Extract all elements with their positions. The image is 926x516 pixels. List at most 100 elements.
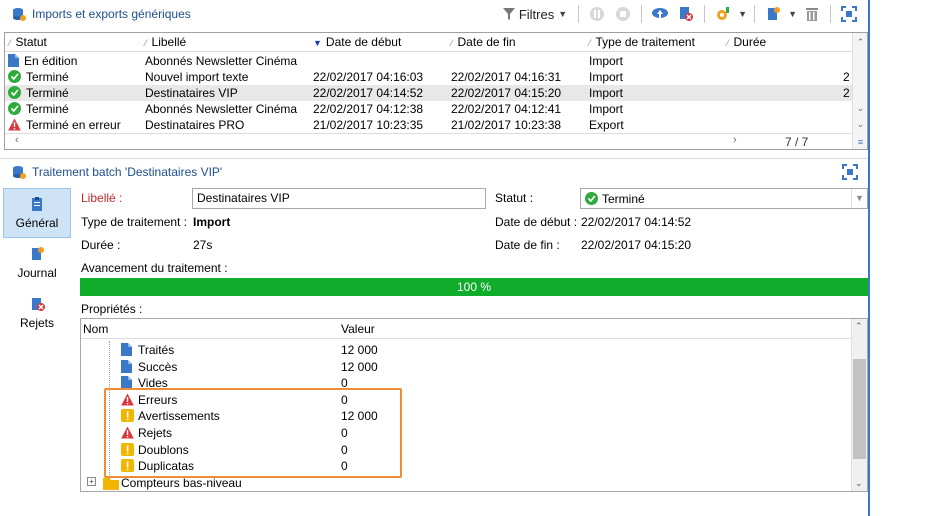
type-cell: Import (589, 70, 624, 84)
end-value: 22/02/2017 04:15:20 (581, 238, 692, 252)
panel-title: Imports et exports génériques (32, 7, 191, 21)
tree-row-value: 12 000 (341, 343, 378, 357)
grid-footer: ‹ › 7 / 7 (5, 133, 853, 149)
scroll-thumb[interactable] (853, 359, 866, 459)
filter-button[interactable]: Filtres ▼ (499, 7, 571, 22)
new-document-button[interactable] (762, 3, 784, 25)
highlight-box (104, 388, 402, 478)
new-document-icon (768, 7, 781, 20)
stop-button[interactable] (612, 3, 634, 25)
label-cell: Nouvel import texte (145, 70, 249, 84)
table-row[interactable]: Terminé en erreur Destinataires PRO 21/02/… (5, 117, 853, 133)
journal-icon (32, 247, 44, 260)
filter-label: Filtres (518, 6, 555, 22)
upload-cloud-button[interactable] (649, 3, 671, 25)
scroll-bottom-icon[interactable]: ⌄ (853, 117, 868, 131)
maximize-icon[interactable] (842, 164, 858, 180)
column-header-start-date[interactable]: ▼ Date de début (313, 35, 401, 49)
table-row[interactable]: En édition Abonnés Newsletter Cinéma Impor… (5, 53, 853, 69)
delete-button[interactable] (801, 3, 823, 25)
toolbar-separator (754, 5, 756, 23)
scroll-up-icon[interactable]: ⌃ (855, 321, 863, 332)
type-value: Import (193, 215, 231, 229)
sidebar-item-rejects[interactable]: Rejets (3, 288, 71, 338)
scroll-left-icon[interactable]: ‹ (15, 134, 19, 146)
sidebar-item-general[interactable]: Général (3, 188, 71, 238)
tree-column-name[interactable]: Nom (83, 322, 108, 336)
toolbar-separator (830, 5, 831, 23)
gear-icon (717, 7, 730, 20)
column-header-type[interactable]: ⁄ Type de traitement (589, 35, 695, 49)
tree-header: Nom Valeur (81, 319, 852, 339)
column-header-label[interactable]: ⁄ Libellé (145, 35, 186, 49)
start-cell: 22/02/2017 04:12:38 (313, 102, 424, 116)
expand-plus-icon[interactable]: + (87, 477, 96, 486)
menu-lines-icon[interactable]: ≡ (853, 135, 868, 149)
grid-vertical-scrollbar[interactable]: ⌃ ⌄ ⌄ ≡ (852, 33, 867, 149)
duration-cell: 2 (843, 70, 850, 84)
table-row[interactable]: Terminé Destinataires VIP 22/02/2017 04:14… (5, 85, 853, 101)
check-icon (8, 102, 21, 118)
duration-cell: 2 (843, 86, 850, 100)
tree-vertical-scrollbar[interactable]: ⌃ ⌄ (851, 319, 867, 491)
scroll-down-icon[interactable]: ⌄ (855, 478, 863, 489)
status-cell: Terminé (8, 70, 69, 86)
imports-grid: ⁄ Statut ⁄ Libellé ▼ Date de début ⁄ Date de… (4, 32, 868, 150)
tree-row[interactable]: Succès 12 000 (81, 359, 852, 375)
pause-button[interactable] (586, 3, 608, 25)
scroll-right-icon[interactable]: › (733, 134, 737, 146)
database-icon (13, 8, 26, 21)
tree-row-value: 12 000 (341, 359, 378, 374)
cloud-upload-icon (652, 8, 669, 20)
column-header-status[interactable]: ⁄ Statut (9, 35, 47, 49)
funnel-icon (502, 7, 515, 20)
sort-down-icon: ▼ (313, 38, 322, 48)
type-cell: Export (589, 118, 624, 132)
batch-title: Traitement batch 'Destinataires VIP' (32, 164, 223, 179)
table-row[interactable]: Terminé Abonnés Newsletter Cinéma 22/02/20… (5, 101, 853, 117)
maximize-button[interactable] (838, 3, 860, 25)
table-row[interactable]: Terminé Nouvel import texte 22/02/2017 04:… (5, 69, 853, 85)
start-cell: 21/02/2017 10:23:35 (313, 118, 424, 132)
trash-icon (806, 8, 818, 21)
progress-caption: Avancement du traitement : (81, 261, 228, 275)
grid-header: ⁄ Statut ⁄ Libellé ▼ Date de début ⁄ Date de… (5, 33, 853, 52)
delete-import-button[interactable] (675, 3, 697, 25)
status-cell: En édition (8, 54, 77, 70)
start-caption: Date de début : (495, 215, 578, 229)
start-cell: 22/02/2017 04:16:03 (313, 70, 424, 84)
status-caption: Statut : (495, 191, 534, 205)
status-combo[interactable]: Terminé ▼ (580, 188, 868, 209)
progress-bar: 100 % (80, 278, 868, 296)
chevron-down-icon[interactable]: ▼ (851, 189, 867, 208)
type-cell: Import (589, 102, 624, 116)
sidebar-item-journal[interactable]: Journal (3, 238, 71, 288)
column-header-end-date[interactable]: ⁄ Date de fin (451, 35, 516, 49)
document-icon (121, 359, 134, 374)
document-icon (121, 343, 134, 357)
stop-icon (616, 7, 631, 21)
label-cell: Destinataires VIP (145, 86, 238, 100)
tree-row[interactable]: Traités 12 000 (81, 342, 852, 358)
clipboard-icon (32, 197, 42, 211)
toolbar-separator (641, 5, 643, 23)
label-cell: Destinataires PRO (145, 118, 245, 132)
chevron-down-icon[interactable]: ▼ (738, 9, 747, 19)
reject-icon (32, 298, 45, 311)
toolbar-separator (578, 5, 580, 23)
folder-icon (103, 478, 119, 490)
scroll-top-icon[interactable]: ⌃ (853, 35, 868, 49)
column-header-duration[interactable]: ⁄ Durée (727, 35, 766, 49)
tree-folder-label: Compteurs bas-niveau (121, 476, 242, 490)
batch-sidebar: Général Journal Rejets (3, 188, 71, 338)
tree-column-value[interactable]: Valeur (341, 322, 375, 336)
scroll-down-icon[interactable]: ⌄ (853, 101, 868, 115)
type-cell: Import (589, 86, 624, 100)
record-counter: 7 / 7 (785, 135, 809, 149)
label-field[interactable]: Destinataires VIP (192, 188, 486, 209)
chevron-down-icon[interactable]: ▼ (788, 9, 797, 19)
tree-row-name: Succès (138, 359, 178, 374)
label-cell: Abonnés Newsletter Cinéma (145, 102, 298, 116)
warning-icon (8, 118, 21, 134)
settings-button[interactable] (712, 3, 734, 25)
